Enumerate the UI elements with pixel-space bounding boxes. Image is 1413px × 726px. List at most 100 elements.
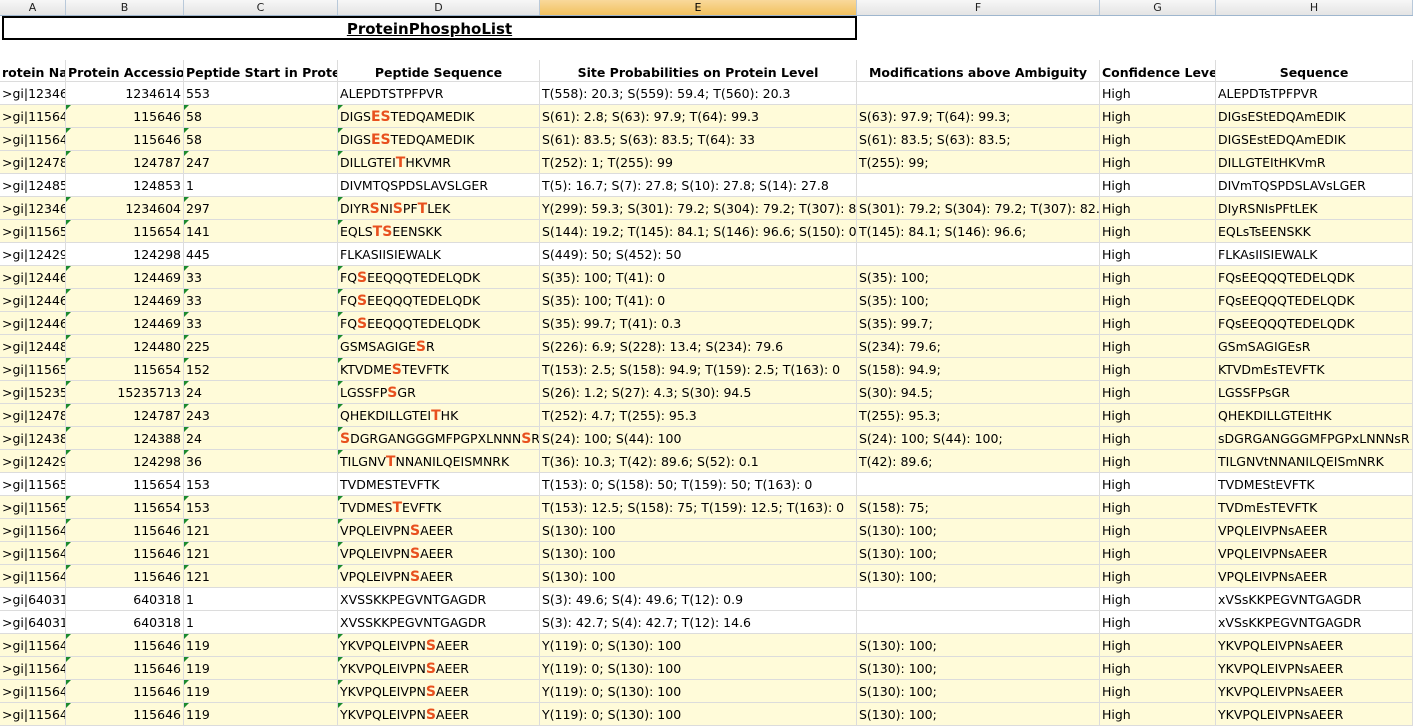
cell-start[interactable]: 36	[184, 450, 338, 473]
cell-acc[interactable]: 15235713	[66, 381, 184, 404]
cell-name[interactable]: >gi|11565	[0, 473, 66, 496]
column-letter-g[interactable]: G	[1100, 0, 1216, 15]
cell-mods[interactable]: T(255): 99;	[857, 151, 1100, 174]
column-header-3[interactable]: Peptide Start in Protein	[184, 60, 338, 82]
cell-acc[interactable]: 115646	[66, 519, 184, 542]
cell-pep[interactable]: GSMSAGIGESR	[338, 335, 540, 358]
cell-start[interactable]: 119	[184, 634, 338, 657]
cell-seq[interactable]: GSmSAGIGEsR	[1216, 335, 1413, 358]
cell-name[interactable]: >gi|11564	[0, 703, 66, 726]
cell-seq[interactable]: DIyRSNIsPFtLEK	[1216, 197, 1413, 220]
cell-probs[interactable]: T(5): 16.7; S(7): 27.8; S(10): 27.8; S(1…	[540, 174, 857, 197]
cell-conf[interactable]: High	[1100, 404, 1216, 427]
cell-acc[interactable]: 115646	[66, 105, 184, 128]
cell-name[interactable]: >gi|12429	[0, 243, 66, 266]
cell-conf[interactable]: High	[1100, 703, 1216, 726]
column-letter-c[interactable]: C	[184, 0, 338, 15]
cell-pep[interactable]: VPQLEIVPNSAEER	[338, 565, 540, 588]
cell-seq[interactable]: YKVPQLEIVPNsAEER	[1216, 657, 1413, 680]
cell-acc[interactable]: 124853	[66, 174, 184, 197]
cell-start[interactable]: 247	[184, 151, 338, 174]
cell-conf[interactable]: High	[1100, 82, 1216, 105]
cell-probs[interactable]: S(35): 99.7; T(41): 0.3	[540, 312, 857, 335]
sheet-title[interactable]: ProteinPhosphoList	[2, 16, 857, 40]
cell-pep[interactable]: QHEKDILLGTEITHK	[338, 404, 540, 427]
cell-mods[interactable]	[857, 588, 1100, 611]
cell-seq[interactable]: DIVmTQSPDSLAVsLGER	[1216, 174, 1413, 197]
cell-acc[interactable]: 115646	[66, 542, 184, 565]
cell-mods[interactable]: S(35): 100;	[857, 289, 1100, 312]
cell-mods[interactable]	[857, 473, 1100, 496]
cell-conf[interactable]: High	[1100, 220, 1216, 243]
cell-mods[interactable]: S(130): 100;	[857, 657, 1100, 680]
cell-acc[interactable]: 124787	[66, 151, 184, 174]
cell-start[interactable]: 141	[184, 220, 338, 243]
cell-mods[interactable]: S(234): 79.6;	[857, 335, 1100, 358]
cell-probs[interactable]: Y(299): 59.3; S(301): 79.2; S(304): 79.2…	[540, 197, 857, 220]
cell-probs[interactable]: S(35): 100; T(41): 0	[540, 266, 857, 289]
cell-start[interactable]: 121	[184, 519, 338, 542]
cell-start[interactable]: 33	[184, 312, 338, 335]
cell-acc[interactable]: 640318	[66, 611, 184, 634]
cell-probs[interactable]: S(130): 100	[540, 519, 857, 542]
cell-seq[interactable]: TILGNVtNNANILQEISmNRK	[1216, 450, 1413, 473]
cell-seq[interactable]: QHEKDILLGTEItHK	[1216, 404, 1413, 427]
cell-start[interactable]: 153	[184, 496, 338, 519]
cell-start[interactable]: 1	[184, 174, 338, 197]
cell-mods[interactable]: S(130): 100;	[857, 519, 1100, 542]
cell-mods[interactable]: S(63): 97.9; T(64): 99.3;	[857, 105, 1100, 128]
cell-probs[interactable]: S(3): 42.7; S(4): 42.7; T(12): 14.6	[540, 611, 857, 634]
cell-conf[interactable]: High	[1100, 565, 1216, 588]
cell-acc[interactable]: 115646	[66, 565, 184, 588]
cell-name[interactable]: >gi|12446	[0, 289, 66, 312]
cell-acc[interactable]: 115654	[66, 358, 184, 381]
cell-probs[interactable]: S(35): 100; T(41): 0	[540, 289, 857, 312]
cell-name[interactable]: >gi|11564	[0, 105, 66, 128]
cell-name[interactable]: >gi|64031	[0, 588, 66, 611]
cell-seq[interactable]: YKVPQLEIVPNsAEER	[1216, 680, 1413, 703]
cell-name[interactable]: >gi|12485	[0, 174, 66, 197]
column-header-5[interactable]: Site Probabilities on Protein Level	[540, 60, 857, 82]
cell-pep[interactable]: XVSSKKPEGVNTGAGDR	[338, 588, 540, 611]
cell-name[interactable]: >gi|12346	[0, 82, 66, 105]
cell-acc[interactable]: 124787	[66, 404, 184, 427]
cell-probs[interactable]: T(153): 0; S(158): 50; T(159): 50; T(163…	[540, 473, 857, 496]
cell-seq[interactable]: DILLGTEItHKVmR	[1216, 151, 1413, 174]
cell-acc[interactable]: 115654	[66, 496, 184, 519]
cell-name[interactable]: >gi|15235	[0, 381, 66, 404]
cell-conf[interactable]: High	[1100, 197, 1216, 220]
cell-name[interactable]: >gi|11564	[0, 680, 66, 703]
cell-pep[interactable]: KTVDMESTEVFTK	[338, 358, 540, 381]
cell-pep[interactable]: FQSEEQQQTEDELQDK	[338, 266, 540, 289]
cell-conf[interactable]: High	[1100, 519, 1216, 542]
cell-probs[interactable]: T(558): 20.3; S(559): 59.4; T(560): 20.3	[540, 82, 857, 105]
cell-seq[interactable]: xVSsKKPEGVNTGAGDR	[1216, 611, 1413, 634]
cell-pep[interactable]: LGSSFPSGR	[338, 381, 540, 404]
cell-name[interactable]: >gi|11565	[0, 220, 66, 243]
cell-acc[interactable]: 115654	[66, 220, 184, 243]
cell-conf[interactable]: High	[1100, 450, 1216, 473]
cell-probs[interactable]: S(226): 6.9; S(228): 13.4; S(234): 79.6	[540, 335, 857, 358]
cell-pep[interactable]: DILLGTEITHKVMR	[338, 151, 540, 174]
cell-mods[interactable]: T(42): 89.6;	[857, 450, 1100, 473]
cell-start[interactable]: 1	[184, 588, 338, 611]
cell-probs[interactable]: Y(119): 0; S(130): 100	[540, 634, 857, 657]
column-header-4[interactable]: Peptide Sequence	[338, 60, 540, 82]
cell-mods[interactable]: S(130): 100;	[857, 703, 1100, 726]
cell-name[interactable]: >gi|11564	[0, 519, 66, 542]
cell-start[interactable]: 1	[184, 611, 338, 634]
cell-acc[interactable]: 1234614	[66, 82, 184, 105]
cell-conf[interactable]: High	[1100, 243, 1216, 266]
cell-seq[interactable]: VPQLEIVPNsAEER	[1216, 565, 1413, 588]
cell-mods[interactable]: S(130): 100;	[857, 565, 1100, 588]
cell-pep[interactable]: DIYRSNISPFTLEK	[338, 197, 540, 220]
cell-seq[interactable]: TVDMEStEVFTK	[1216, 473, 1413, 496]
cell-pep[interactable]: FLKASIISIEWALK	[338, 243, 540, 266]
cell-conf[interactable]: High	[1100, 312, 1216, 335]
cell-start[interactable]: 153	[184, 473, 338, 496]
cell-acc[interactable]: 115646	[66, 680, 184, 703]
cell-seq[interactable]: FQsEEQQQTEDELQDK	[1216, 266, 1413, 289]
cell-probs[interactable]: S(130): 100	[540, 565, 857, 588]
cell-start[interactable]: 58	[184, 105, 338, 128]
cell-probs[interactable]: T(36): 10.3; T(42): 89.6; S(52): 0.1	[540, 450, 857, 473]
